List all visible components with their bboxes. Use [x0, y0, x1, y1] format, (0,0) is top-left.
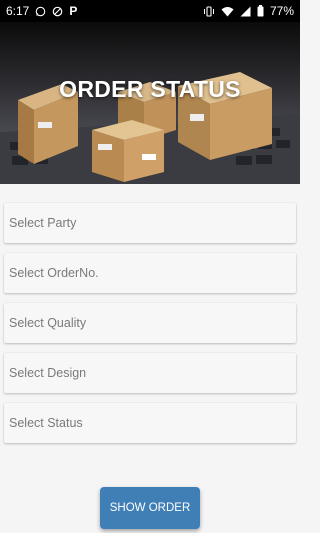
party-dropdown[interactable]: Select Party	[4, 203, 296, 243]
whatsapp-icon	[35, 6, 46, 17]
status-bar-right: 77%	[203, 4, 294, 18]
p-app-icon: P	[69, 4, 78, 18]
design-dropdown-label: Select Design	[9, 366, 87, 380]
status-bar-left: 6:17 P	[6, 4, 77, 18]
boxes-illustration	[0, 72, 300, 184]
quality-dropdown-label: Select Quality	[9, 316, 87, 330]
battery-percent: 77%	[269, 4, 294, 18]
quality-dropdown[interactable]: Select Quality	[4, 303, 296, 343]
page-title: ORDER STATUS	[59, 76, 241, 102]
order-no-dropdown-label: Select OrderNo.	[9, 266, 99, 280]
status-dropdown[interactable]: Select Status	[4, 403, 296, 443]
party-dropdown-label: Select Party	[9, 216, 77, 230]
design-dropdown[interactable]: Select Design	[4, 353, 296, 393]
signal-icon	[240, 6, 251, 17]
data-saver-icon	[52, 6, 63, 17]
header-banner: ORDER STATUS	[0, 22, 300, 184]
status-dropdown-label: Select Status	[9, 416, 83, 430]
show-order-button[interactable]: SHOW ORDER	[100, 487, 200, 529]
wifi-icon	[221, 6, 234, 17]
vibrate-icon	[203, 5, 215, 17]
order-no-dropdown[interactable]: Select OrderNo.	[4, 253, 296, 293]
status-bar: 6:17 P 77%	[0, 0, 300, 22]
battery-icon	[257, 5, 264, 17]
status-time: 6:17	[6, 4, 30, 18]
